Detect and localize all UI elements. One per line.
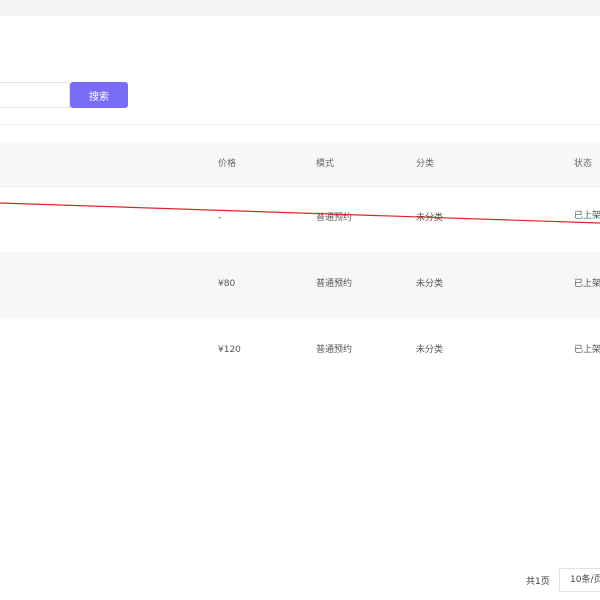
page-size-select[interactable]: 10条/页 bbox=[559, 568, 600, 592]
cell-mode: 普通预约 bbox=[316, 213, 353, 223]
cell-status: 已上架 bbox=[574, 345, 600, 355]
search-input[interactable] bbox=[0, 82, 70, 108]
cell-price: - bbox=[218, 213, 222, 223]
header-category: 分类 bbox=[416, 159, 435, 169]
header-price: 价格 bbox=[218, 159, 237, 169]
cell-mode: 普通预约 bbox=[316, 279, 353, 289]
cell-status: 已上架 bbox=[574, 279, 600, 289]
cell-category: 未分类 bbox=[416, 213, 444, 223]
table-header: 价格 模式 分类 状态 bbox=[0, 142, 600, 187]
cell-category: 未分类 bbox=[416, 345, 444, 355]
table-row[interactable]: ¥80 普通预约 未分类 已上架 bbox=[0, 252, 600, 318]
cell-mode: 普通预约 bbox=[316, 345, 353, 355]
cell-price: ¥80 bbox=[218, 279, 236, 289]
table-row[interactable]: ¥120 普通预约 未分类 已上架 bbox=[0, 318, 600, 384]
search-button[interactable]: 搜索 bbox=[70, 82, 128, 108]
pagination-total: 共1页 bbox=[526, 577, 550, 587]
table-row[interactable]: - 普通预约 未分类 已上架 bbox=[0, 186, 600, 252]
header-status: 状态 bbox=[574, 159, 593, 169]
header-mode: 模式 bbox=[316, 159, 335, 169]
cell-category: 未分类 bbox=[416, 279, 444, 289]
cell-status: 已上架 bbox=[574, 211, 600, 221]
divider bbox=[0, 124, 600, 125]
cell-price: ¥120 bbox=[218, 345, 241, 355]
top-bar bbox=[0, 0, 600, 16]
